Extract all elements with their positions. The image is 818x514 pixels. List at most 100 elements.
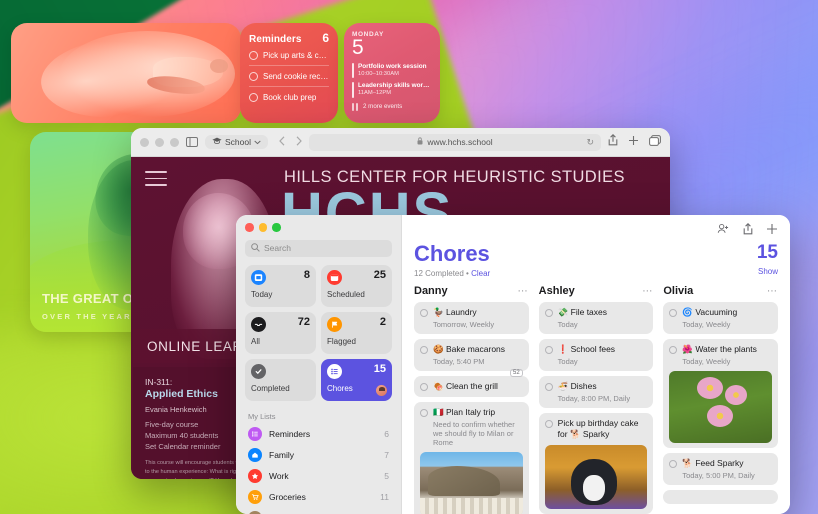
show-completed-button[interactable]: Show — [757, 267, 778, 276]
checkbox-circle-icon[interactable] — [420, 408, 428, 417]
column-danny: Danny ⋯ 🦆 Laundry Tomorrow, Weekly 🍪 Bak… — [414, 285, 529, 514]
back-button[interactable] — [279, 135, 285, 149]
task-item[interactable]: 💸 File taxes Today — [538, 302, 654, 335]
list-item-work[interactable]: Work 5 — [245, 466, 392, 487]
checkbox-circle-icon[interactable] — [544, 382, 553, 391]
task-item[interactable]: ❗ School fees Today — [538, 339, 654, 372]
zoom-button[interactable] — [170, 137, 179, 147]
star-icon — [248, 469, 262, 483]
new-tab-icon[interactable] — [628, 133, 639, 151]
reminders-app-window[interactable]: Search 8 Today 25 Scheduled 72 All 2 Fla… — [236, 215, 790, 514]
task-item[interactable]: 🐕 Feed Sparky Today, 5:00 PM, Daily — [663, 453, 779, 486]
column-header: Olivia ⋯ — [663, 285, 778, 297]
task-item-placeholder[interactable] — [663, 490, 779, 505]
list-item-count: 11 — [380, 492, 389, 502]
tab-group-selector[interactable]: School — [205, 135, 268, 149]
forward-button[interactable] — [296, 135, 302, 149]
task-title: 🍪 Bake macarons — [433, 344, 506, 355]
checkbox-circle-icon[interactable] — [669, 308, 678, 317]
window-traffic-lights[interactable] — [140, 137, 179, 147]
checkbox-circle-icon[interactable] — [544, 345, 553, 354]
hamburger-menu-icon[interactable] — [145, 171, 167, 187]
checkbox-circle-icon[interactable] — [420, 345, 428, 354]
checkbox-circle-icon[interactable] — [669, 459, 678, 468]
reminders-widget-item[interactable]: Book club prep — [249, 87, 329, 107]
photos-widget[interactable] — [11, 23, 241, 123]
calendar-more-events[interactable]: 2 more events — [352, 102, 432, 111]
task-item[interactable]: 🇮🇹 Plan Italy trip Need to confirm wheth… — [414, 402, 529, 514]
checkbox-circle-icon[interactable] — [669, 345, 678, 354]
inbox-all-icon — [251, 316, 266, 332]
checkbox-circle-icon[interactable] — [420, 382, 428, 391]
task-title: 🌀 Vacuuming — [682, 307, 738, 317]
task-title: 💸 File taxes — [557, 307, 608, 317]
task-item[interactable]: 🍖 Clean the grill — [414, 376, 529, 398]
task-photo-dog — [544, 445, 648, 510]
calendar-event[interactable]: Leadership skills wor… 11AM–12PM — [352, 82, 432, 98]
reload-icon[interactable]: ↻ — [586, 137, 594, 148]
share-icon[interactable] — [743, 222, 753, 238]
task-item[interactable]: 🍪 Bake macarons Today, 5:40 PM 52 — [414, 339, 529, 378]
list-icon — [327, 363, 342, 379]
tab-group-label: School — [225, 137, 251, 147]
list-item-label: Groceries — [269, 492, 306, 502]
ellipsis-icon[interactable]: ⋯ — [767, 286, 778, 297]
checkbox-circle-icon[interactable] — [420, 308, 428, 317]
sidebar-item-scheduled[interactable]: 25 Scheduled — [321, 264, 392, 307]
reminders-widget-item[interactable]: Send cookie reci… — [249, 66, 329, 87]
event-time: 10:00–10:30AM — [358, 71, 399, 78]
task-item[interactable]: 🦆 Laundry Tomorrow, Weekly — [414, 302, 529, 335]
list-item-family[interactable]: Family 7 — [245, 445, 392, 466]
reminders-widget[interactable]: Reminders 6 Pick up arts & cr… Send cook… — [240, 23, 338, 123]
task-item[interactable]: Pick up birthday cake for 🐕 Sparky — [538, 413, 654, 514]
add-person-icon[interactable] — [717, 223, 730, 237]
event-title: Leadership skills wor… — [358, 82, 430, 90]
minimize-button[interactable] — [258, 223, 267, 232]
minimize-button[interactable] — [155, 137, 164, 147]
ellipsis-icon[interactable]: ⋯ — [518, 286, 529, 297]
reminders-widget-item-label: Send cookie reci… — [263, 72, 329, 81]
tab-overview-icon[interactable] — [649, 133, 661, 151]
column-name: Olivia — [663, 285, 694, 297]
reminders-widget-item[interactable]: Pick up arts & cr… — [249, 45, 329, 66]
zoom-button[interactable] — [272, 223, 281, 232]
task-item[interactable]: 🌺 Water the plants Today, Weekly — [663, 339, 779, 449]
column-name: Danny — [414, 285, 448, 297]
sidebar-item-all[interactable]: 72 All — [245, 311, 316, 354]
event-title: Portfolio work session — [358, 63, 427, 71]
sidebar-item-flagged[interactable]: 2 Flagged — [321, 311, 392, 354]
event-time: 11AM–12PM — [358, 90, 392, 97]
sidebar-icon[interactable] — [186, 137, 198, 147]
task-item[interactable]: 🍜 Dishes Today, 8:00 PM, Daily — [538, 376, 654, 409]
list-item-label: Work — [269, 471, 289, 481]
list-item-camping-trip[interactable]: Camping Trip 4 — [245, 508, 392, 514]
share-icon[interactable] — [608, 133, 618, 151]
reminders-sidebar: Search 8 Today 25 Scheduled 72 All 2 Fla… — [236, 215, 402, 514]
reminders-widget-header: Reminders 6 — [249, 31, 329, 45]
sidebar-item-today[interactable]: 8 Today — [245, 264, 316, 307]
clear-button[interactable]: Clear — [471, 269, 490, 278]
event-accent-bar — [352, 82, 354, 98]
window-traffic-lights[interactable] — [245, 223, 392, 232]
sidebar-item-chores[interactable]: 15 Chores — [321, 358, 392, 401]
task-title: Pick up birthday cake for 🐕 Sparky — [557, 418, 639, 440]
plus-icon[interactable] — [766, 223, 778, 238]
desktop: Reminders 6 Pick up arts & cr… Send cook… — [0, 0, 818, 514]
event-accent-bar — [352, 63, 354, 79]
checkbox-circle-icon[interactable] — [544, 419, 553, 428]
checkbox-circle-icon[interactable] — [544, 308, 553, 317]
calendar-widget[interactable]: MONDAY 5 Portfolio work session 10:00–10… — [344, 23, 440, 123]
list-item-reminders[interactable]: Reminders 6 — [245, 424, 392, 445]
list-item-groceries[interactable]: Groceries 11 — [245, 487, 392, 508]
task-title: ❗ School fees — [557, 344, 616, 355]
calendar-event[interactable]: Portfolio work session 10:00–10:30AM — [352, 63, 432, 79]
close-button[interactable] — [140, 137, 149, 147]
reminders-widget-title: Reminders — [249, 34, 302, 45]
sidebar-item-completed[interactable]: Completed — [245, 358, 316, 401]
close-button[interactable] — [245, 223, 254, 232]
address-bar[interactable]: www.hchs.school ↻ — [309, 133, 601, 151]
search-input[interactable]: Search — [245, 239, 392, 257]
search-icon — [251, 242, 260, 254]
ellipsis-icon[interactable]: ⋯ — [642, 286, 653, 297]
task-item[interactable]: 🌀 Vacuuming Today, Weekly — [663, 302, 779, 335]
